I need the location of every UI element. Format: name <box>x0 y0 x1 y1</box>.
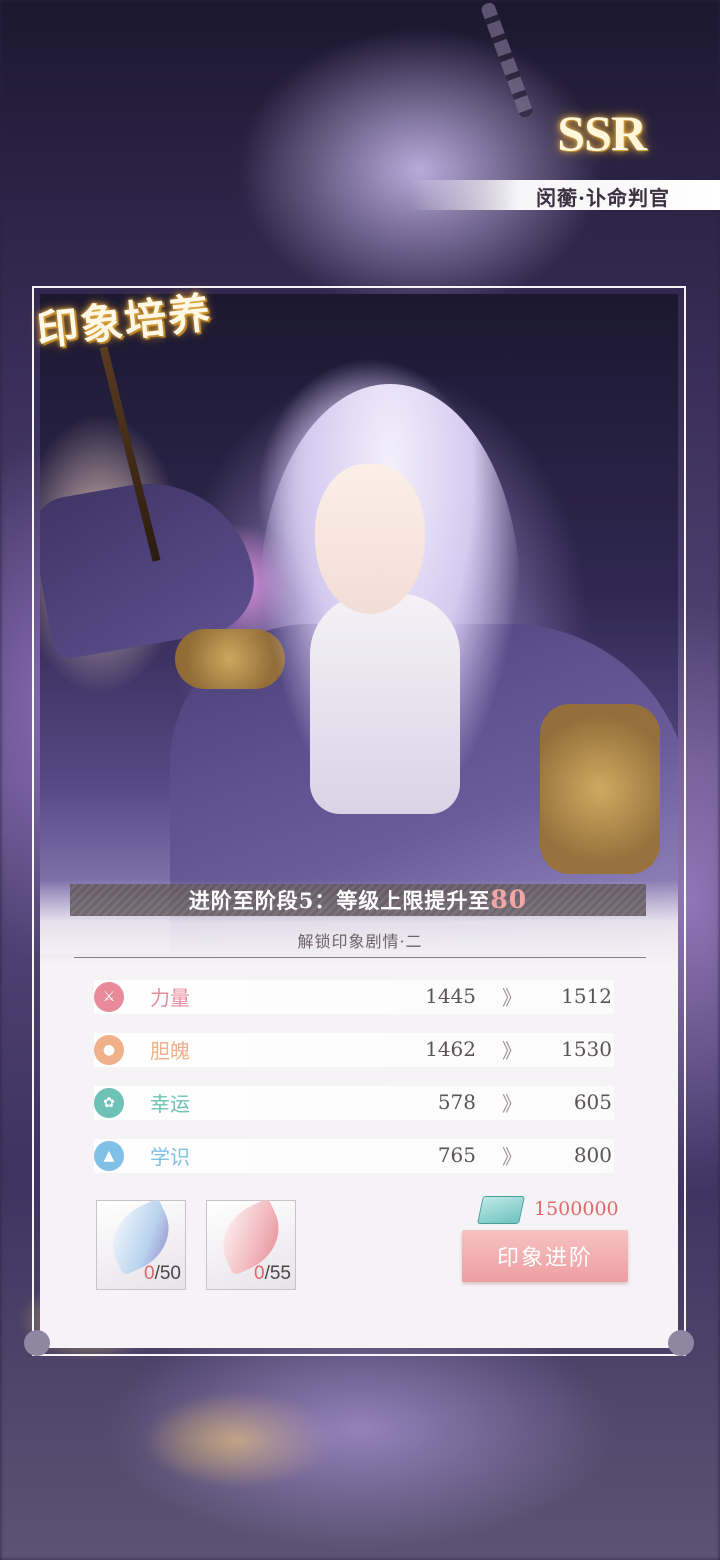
knowledge-icon: ▲ <box>94 1141 124 1171</box>
stat-current-value: 578 <box>437 1090 476 1114</box>
cash-stack-icon <box>477 1196 525 1224</box>
character-portrait <box>40 294 678 954</box>
rarity-label: SSR <box>557 105 647 161</box>
material-slot-pink-feather[interactable]: 0/55 <box>206 1198 296 1290</box>
stage-advance-text: 进阶至阶段5：等级上限提升至80 <box>70 884 646 916</box>
stat-name: 胆魄 <box>150 1039 190 1063</box>
stat-row-courage: ● 胆魄 1462 》 1530 <box>94 1033 614 1067</box>
stat-arrow: 》 <box>502 1039 522 1063</box>
strength-icon: ⚔ <box>94 982 124 1012</box>
stat-row-knowledge: ▲ 学识 765 》 800 <box>94 1139 614 1173</box>
portrait-scarf <box>310 594 460 814</box>
stat-arrow: 》 <box>502 1092 522 1116</box>
stat-current-value: 1445 <box>425 984 476 1008</box>
impression-advance-button[interactable]: 印象进阶 <box>462 1230 628 1282</box>
luck-icon: ✿ <box>94 1088 124 1118</box>
card-corner-ornament <box>668 1330 694 1356</box>
material-count: 0/50 <box>144 1263 181 1284</box>
divider <box>74 957 646 958</box>
character-title: 闵蘅·讣命判官 <box>536 186 670 210</box>
stat-arrow: 》 <box>502 1145 522 1169</box>
stat-row-luck: ✿ 幸运 578 》 605 <box>94 1086 614 1120</box>
courage-icon: ● <box>94 1035 124 1065</box>
card-corner-ornament <box>24 1330 50 1356</box>
stat-next-value: 1530 <box>561 1037 612 1061</box>
level-cap-value: 80 <box>490 885 528 914</box>
stat-name: 幸运 <box>150 1092 190 1116</box>
stat-name: 学识 <box>150 1145 190 1169</box>
stat-next-value: 1512 <box>561 984 612 1008</box>
stat-current-value: 765 <box>437 1143 476 1167</box>
stat-next-value: 605 <box>573 1090 612 1114</box>
cost-value: 1500000 <box>534 1198 619 1220</box>
stat-current-value: 1462 <box>425 1037 476 1061</box>
material-count: 0/55 <box>254 1263 291 1284</box>
stat-row-strength: ⚔ 力量 1445 》 1512 <box>94 980 614 1014</box>
stat-arrow: 》 <box>502 986 522 1010</box>
unlock-story-text: 解锁印象剧情·二 <box>297 932 423 951</box>
stat-next-value: 800 <box>573 1143 612 1167</box>
material-slot-blue-feather[interactable]: 0/50 <box>96 1198 186 1290</box>
stat-name: 力量 <box>150 986 190 1010</box>
stage-text: 进阶至阶段5：等级上限提升至 <box>188 888 491 913</box>
portrait-face <box>315 464 425 614</box>
portrait-embroidery <box>540 704 660 874</box>
